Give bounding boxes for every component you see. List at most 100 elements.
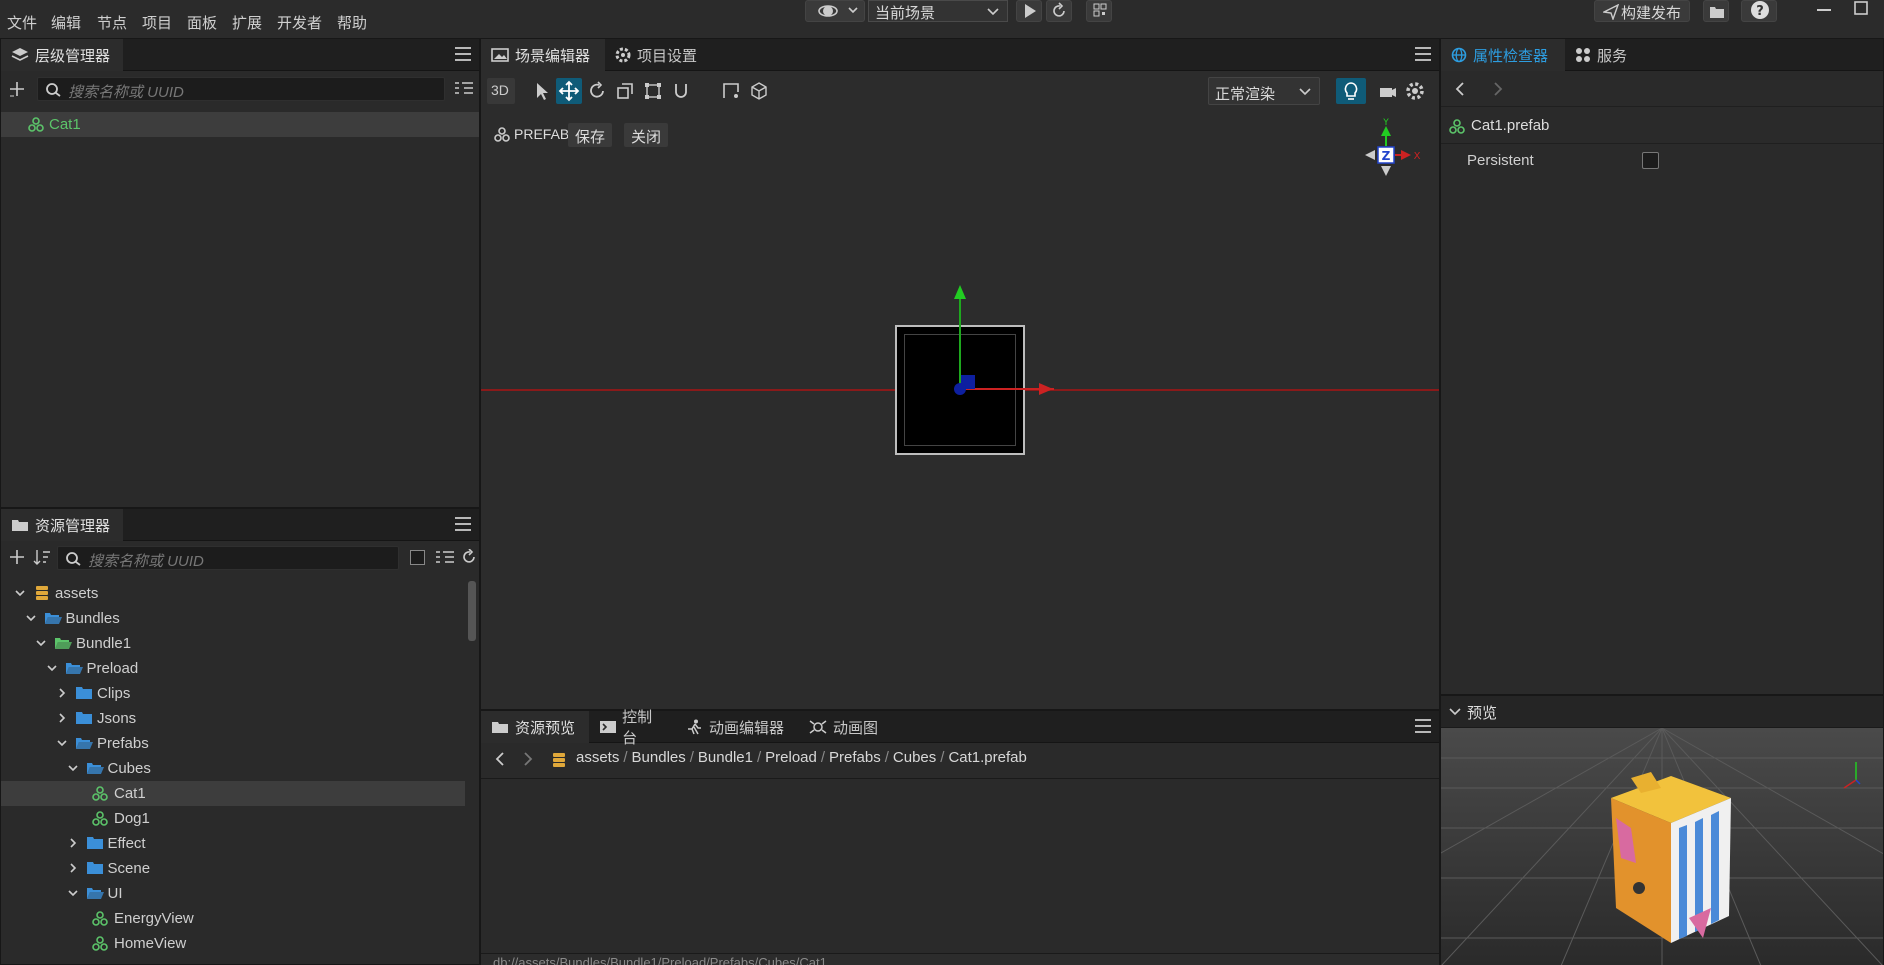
asset-tree-item[interactable]: Preload	[1, 656, 465, 681]
asset-tree-item[interactable]: EnergyView	[1, 906, 465, 931]
prefab-close-button[interactable]: 关闭	[624, 123, 668, 147]
asset-tree-item[interactable]: assets	[1, 581, 465, 606]
asset-tree-item[interactable]: Cubes	[1, 756, 465, 781]
scene-select[interactable]: 当前场景	[868, 0, 1008, 22]
tab-animation-editor[interactable]: 动画编辑器	[675, 711, 799, 743]
menu-project[interactable]: 项目	[142, 12, 172, 33]
add-node-icon[interactable]	[9, 81, 25, 97]
tab-scene-editor[interactable]: 场景编辑器	[481, 39, 605, 71]
tab-assets[interactable]: 资源管理器	[1, 509, 123, 541]
menu-extension[interactable]: 扩展	[232, 12, 262, 33]
back-arrow-icon[interactable]	[493, 751, 507, 767]
refresh-icon[interactable]	[461, 549, 477, 565]
platform-selector[interactable]	[805, 0, 865, 22]
asset-tree-item[interactable]: Dog1	[1, 806, 465, 831]
move-gizmo[interactable]	[939, 283, 1059, 403]
asset-tree-item[interactable]: Effect	[1, 831, 465, 856]
rotate-tool-button[interactable]	[584, 78, 610, 104]
assets-filter-checkbox[interactable]	[410, 550, 425, 565]
toggle-3d-button[interactable]: 3D	[487, 78, 515, 104]
chevron-right-icon[interactable]	[68, 863, 78, 873]
chevron-right-icon[interactable]	[57, 688, 67, 698]
chevron-down-icon[interactable]	[67, 888, 78, 898]
assets-search-input[interactable]: 搜索名称或 UUID	[57, 546, 399, 570]
scene-settings-button[interactable]	[1402, 78, 1428, 104]
asset-tree-scrollbar[interactable]	[468, 581, 476, 641]
chevron-down-icon[interactable]	[25, 613, 36, 623]
snap-tool-button[interactable]	[668, 78, 694, 104]
tab-console[interactable]: 控制台	[589, 709, 675, 747]
breadcrumb-item[interactable]: assets	[576, 749, 619, 766]
menu-edit[interactable]: 编辑	[51, 12, 81, 33]
forward-arrow-icon[interactable]	[1491, 81, 1505, 97]
asset-tree-item[interactable]: Jsons	[1, 706, 465, 731]
chevron-down-icon[interactable]	[15, 588, 25, 598]
sort-list-icon[interactable]	[454, 81, 474, 97]
breadcrumb-item[interactable]: Cat1.prefab	[948, 749, 1026, 766]
breadcrumb-item[interactable]: Prefabs	[829, 749, 881, 766]
menu-panel[interactable]: 面板	[187, 12, 217, 33]
qrcode-button[interactable]	[1086, 0, 1112, 22]
rect-tool-button[interactable]	[640, 78, 666, 104]
chevron-down-icon[interactable]	[67, 763, 78, 773]
preview-header[interactable]: 预览	[1441, 696, 1883, 728]
tab-asset-preview[interactable]: 资源预览	[481, 711, 589, 743]
forward-arrow-icon[interactable]	[521, 751, 535, 767]
menu-node[interactable]: 节点	[97, 12, 127, 33]
asset-tree-item[interactable]: Bundle1	[1, 631, 465, 656]
preview-viewport[interactable]	[1441, 728, 1883, 965]
maximize-icon[interactable]	[1853, 0, 1869, 16]
asset-tree-item[interactable]: Scene	[1, 856, 465, 881]
asset-tree-item[interactable]: UI	[1, 881, 465, 906]
menu-help[interactable]: 帮助	[337, 12, 367, 33]
orientation-gizmo[interactable]: Y X Z	[1351, 118, 1431, 198]
hierarchy-node-cat1[interactable]: Cat1	[1, 112, 479, 137]
chevron-right-icon[interactable]	[68, 838, 78, 848]
chevron-right-icon[interactable]	[57, 713, 67, 723]
assets-menu-icon[interactable]	[455, 517, 471, 531]
tab-services[interactable]: 服务	[1565, 39, 1639, 71]
chevron-down-icon[interactable]	[36, 638, 46, 648]
asset-tree-item[interactable]: Clips	[1, 681, 465, 706]
sort-list-icon[interactable]	[435, 550, 455, 566]
asset-tree-item[interactable]: Bundles	[1, 606, 465, 631]
bottom-menu-icon[interactable]	[1415, 719, 1431, 733]
hierarchy-search-input[interactable]: 搜索名称或 UUID	[37, 77, 445, 101]
tab-animation-graph[interactable]: 动画图	[799, 711, 893, 743]
select-tool-button[interactable]	[528, 78, 554, 104]
asset-tree-item[interactable]: Prefabs	[1, 731, 465, 756]
breadcrumb-item[interactable]: Cubes	[893, 749, 936, 766]
move-tool-button[interactable]	[556, 78, 582, 104]
local-global-tool-button[interactable]	[746, 78, 772, 104]
build-publish-button[interactable]: 构建发布	[1594, 0, 1690, 22]
tab-hierarchy[interactable]: 层级管理器	[1, 39, 123, 71]
chevron-down-icon[interactable]	[57, 738, 67, 748]
breadcrumb-item[interactable]: Bundles	[632, 749, 686, 766]
tab-project-settings[interactable]: 项目设置	[605, 39, 711, 71]
play-button[interactable]	[1016, 0, 1042, 22]
lighting-toggle-button[interactable]	[1336, 78, 1366, 104]
asset-tree-item[interactable]: Cat1	[1, 781, 465, 806]
scale-tool-button[interactable]	[612, 78, 638, 104]
scene-menu-icon[interactable]	[1415, 47, 1431, 61]
sort-icon[interactable]	[33, 549, 51, 565]
minimize-icon[interactable]	[1816, 4, 1832, 16]
help-button[interactable]: ?	[1741, 0, 1777, 22]
asset-tree-item[interactable]: HomeView	[1, 931, 465, 956]
refresh-button[interactable]	[1046, 0, 1072, 22]
pivot-tool-button[interactable]	[718, 78, 744, 104]
persistent-checkbox[interactable]	[1642, 152, 1659, 169]
add-asset-icon[interactable]	[9, 549, 25, 565]
menu-developer[interactable]: 开发者	[277, 12, 322, 33]
breadcrumb-item[interactable]: Preload	[765, 749, 817, 766]
open-folder-button[interactable]	[1703, 0, 1729, 22]
prefab-save-button[interactable]: 保存	[568, 123, 612, 147]
menu-file[interactable]: 文件	[7, 12, 37, 33]
camera-settings-button[interactable]	[1375, 78, 1401, 104]
render-mode-select[interactable]: 正常渲染	[1208, 77, 1320, 105]
chevron-down-icon[interactable]	[46, 663, 57, 673]
tab-inspector[interactable]: 属性检查器	[1441, 39, 1565, 71]
back-arrow-icon[interactable]	[1453, 81, 1467, 97]
hierarchy-menu-icon[interactable]	[455, 47, 471, 61]
breadcrumb-item[interactable]: Bundle1	[698, 749, 753, 766]
